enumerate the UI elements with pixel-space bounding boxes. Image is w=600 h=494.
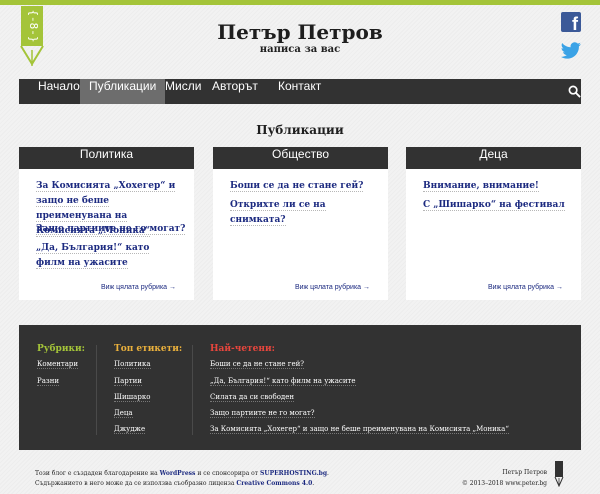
category-title[interactable]: Общество (213, 147, 388, 169)
top-accent-bar (0, 0, 600, 5)
category-card-children: Деца Внимание, внимание! С „Шишарко“ на … (406, 147, 581, 300)
post-link[interactable]: Защо партиите не го могат? (36, 222, 186, 237)
post-link[interactable]: „Да, България!“ като филм на ужасите (36, 241, 176, 271)
facebook-icon[interactable]: f (561, 12, 581, 32)
category-card-society: Общество Бoши се да не стане гей? Откриx… (213, 147, 388, 300)
post-link[interactable]: Бoши се да не стане гей? (230, 179, 380, 194)
footer-tag-link[interactable]: Партии (114, 376, 142, 386)
post-link[interactable]: Откриxте ли се на снимката? (230, 198, 380, 228)
nav-item-author[interactable]: Авторът (212, 79, 258, 104)
twitter-icon[interactable] (560, 42, 582, 60)
footer-rubric-link[interactable]: Разни (37, 376, 60, 386)
footer-rubric-link[interactable]: Коментари (37, 359, 79, 369)
credits-line-2: Съдържанието в него може да се използва … (35, 480, 315, 487)
category-more-link[interactable]: Виж цялата рубрика → (101, 284, 176, 291)
site-subtitle: написа за вас (259, 44, 341, 55)
nav-item-thoughts[interactable]: Мисли (165, 79, 201, 104)
footer-author: Петър Петров (502, 469, 547, 476)
footer-popular-link[interactable]: Защо партиите не го могат? (210, 408, 315, 418)
footer-popular-link[interactable]: Силата да си свободен (210, 392, 295, 402)
search-icon[interactable] (568, 85, 581, 98)
nav-item-publications[interactable]: Публикации (80, 79, 166, 104)
wordpress-link[interactable]: WordPress (160, 470, 196, 477)
footer-popular-link[interactable]: „Да, България!“ като филм на ужасите (210, 376, 356, 386)
main-navigation: Начало Публикации Мисли Авторът Контакт (19, 79, 581, 104)
category-more-link[interactable]: Виж цялата рубрика → (488, 284, 563, 291)
footer-popular-link[interactable]: Боши се да не стане гей? (210, 359, 305, 369)
category-title[interactable]: Деца (406, 147, 581, 169)
footer-tags-heading: Топ етикети: (114, 344, 183, 354)
license-link[interactable]: Creative Commons 4.0 (236, 480, 312, 487)
footer-tag-link[interactable]: Деца (114, 408, 133, 418)
footer-tag-link[interactable]: Политика (114, 359, 151, 369)
nav-item-home[interactable]: Начало (38, 79, 80, 104)
footer-copyright: © 2013–2018 www.peter.bg (461, 480, 547, 487)
credits-line-1: Този блог е създаден благодарение на Wor… (35, 470, 329, 477)
category-more-link[interactable]: Виж цялата рубрика → (295, 284, 370, 291)
footer: Рубрики: Коментари Разни Топ етикети: По… (19, 325, 581, 450)
footer-tag-link[interactable]: Шишарко (114, 392, 151, 402)
nav-item-contact[interactable]: Контакт (278, 79, 321, 104)
footer-divider (192, 345, 193, 435)
footer-rubrics-heading: Рубрики: (37, 344, 85, 354)
footer-popular-link[interactable]: За Комисията „Хохегер“ и защо не беше пр… (210, 424, 509, 434)
post-link[interactable]: С „Шишарко“ на фестивал (423, 198, 573, 213)
category-title[interactable]: Политика (19, 147, 194, 169)
page-heading: Публикации (256, 123, 344, 137)
footer-most-read-heading: Най-четени: (210, 344, 275, 354)
footer-divider (96, 345, 97, 435)
footer-tag-link[interactable]: Джудже (114, 424, 146, 434)
site-title[interactable]: Петър Петров (0, 20, 600, 44)
post-link[interactable]: Внимание, внимание! (423, 179, 573, 194)
category-card-politics: Политика За Комисията „Хохегер“ и защо н… (19, 147, 194, 300)
pen-nib-small-logo-icon (554, 461, 564, 487)
superhosting-link[interactable]: SUPERHOSTING.bg (260, 470, 327, 477)
